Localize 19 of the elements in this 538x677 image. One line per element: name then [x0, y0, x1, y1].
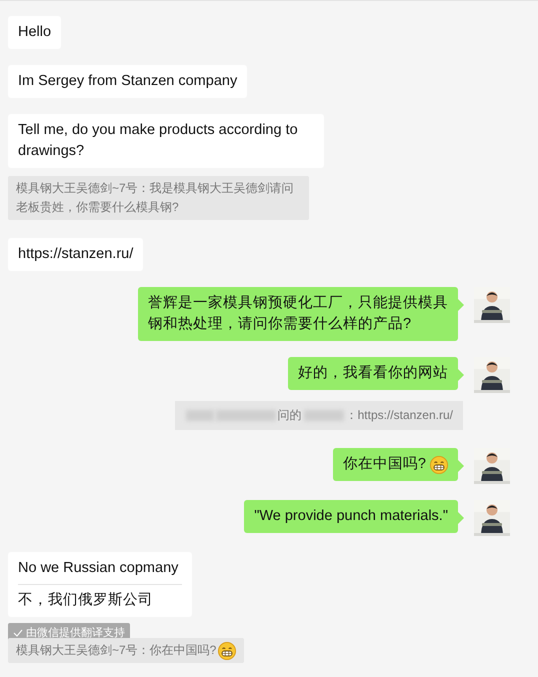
message-bubble: Tell me, do you make products according to drawings? — [8, 114, 324, 168]
quote-text: 模具钢大王吴德剑~7号：你在中国吗? — [16, 642, 216, 659]
message-text: 你在中国吗? — [342, 455, 426, 474]
message-bubble: 誉辉是一家模具钢预硬化工厂，只能提供模具钢和热处理，请问你需要什么样的产品? — [138, 287, 458, 341]
quote-text: ：https://stanzen.ru/ — [346, 407, 453, 424]
bubble-tail — [458, 369, 464, 381]
check-icon — [13, 628, 23, 636]
quoted-message: 模具钢大王吴德剑~7号：我是模具钢大王吴德剑请问老板贵姓，你需要什么模具钢? — [8, 176, 309, 220]
translation-text: 不，我们俄罗斯公司 — [18, 591, 154, 610]
message-bubble: Hello — [8, 16, 62, 49]
bubble-tail — [458, 512, 464, 524]
message-bubble: 好的，我看看你的网站 — [288, 357, 458, 390]
message-text: No we Russian copmany — [18, 559, 180, 578]
bubble-tail — [458, 299, 464, 311]
message-bubble: Im Sergey from Stanzen company — [8, 65, 248, 98]
message-bubble: https://stanzen.ru/ — [8, 238, 144, 271]
quote-text: 问的 — [278, 407, 302, 424]
message-bubble: "We provide punch materials." — [244, 500, 458, 533]
translation-note-text: 由微信提供翻译支持 — [26, 626, 125, 640]
